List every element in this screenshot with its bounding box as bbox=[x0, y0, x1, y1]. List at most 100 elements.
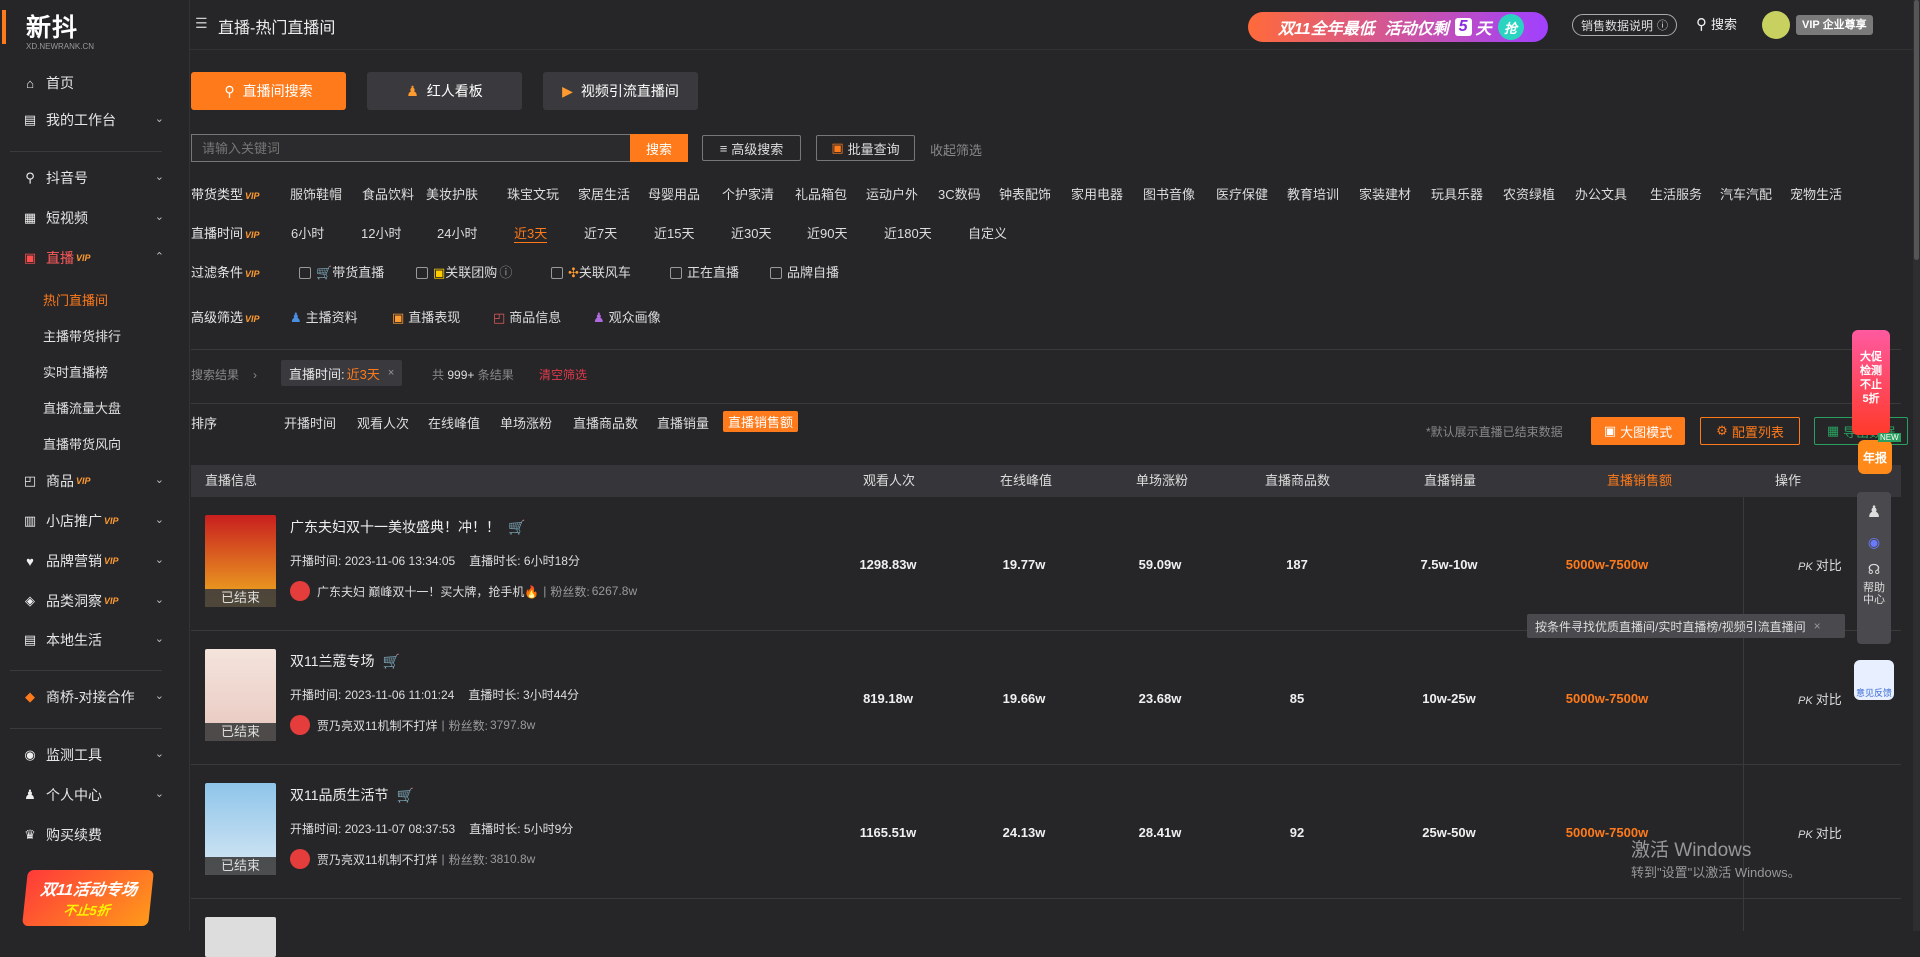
goods-type-option[interactable]: 家用电器 bbox=[1071, 184, 1123, 203]
compare-button[interactable]: PK 对比 bbox=[1798, 823, 1842, 842]
goods-type-option[interactable]: 医疗保健 bbox=[1216, 184, 1268, 203]
nav-personal[interactable]: ♟ 个人中心 ⌄ bbox=[0, 779, 190, 811]
goods-type-option[interactable]: 个护家清 bbox=[722, 184, 774, 203]
cond-brand-self[interactable]: 品牌自播 bbox=[770, 262, 839, 281]
th-sales[interactable]: 直播销量 bbox=[1424, 470, 1476, 489]
time-option[interactable]: 近15天 bbox=[654, 223, 694, 242]
sort-option[interactable]: 开播时间 bbox=[284, 413, 336, 432]
live-title[interactable]: 双11品质生活节 🛒 bbox=[290, 785, 414, 805]
time-option[interactable]: 6小时 bbox=[291, 223, 324, 242]
avatar[interactable] bbox=[290, 849, 310, 869]
sub-hot-live[interactable]: 热门直播间 bbox=[43, 290, 108, 309]
sort-option[interactable]: 直播销售额 bbox=[723, 411, 799, 432]
user-service-icon[interactable]: ♟ bbox=[1857, 502, 1891, 522]
float-annual-report[interactable]: 年报 bbox=[1858, 440, 1892, 474]
th-gain[interactable]: 单场涨粉 bbox=[1136, 470, 1188, 489]
nav-douyin[interactable]: ⚲ 抖音号 ⌄ bbox=[0, 162, 190, 194]
anchor-info[interactable]: 广东夫妇 巅峰双十一！买大牌，抢手机🔥 | 粉丝数: 6267.8w bbox=[290, 581, 637, 601]
sort-option[interactable]: 直播销量 bbox=[657, 413, 709, 432]
th-amount[interactable]: 直播销售额 bbox=[1607, 470, 1672, 489]
time-option[interactable]: 近3天 bbox=[514, 223, 548, 243]
sub-trend[interactable]: 直播带货风向 bbox=[43, 434, 121, 453]
sort-option[interactable]: 单场涨粉 bbox=[500, 413, 552, 432]
adv-audience[interactable]: ♟ 观众画像 bbox=[593, 307, 661, 326]
cond-onair[interactable]: 正在直播 bbox=[670, 262, 739, 281]
search-link[interactable]: ⚲ 搜索 bbox=[1696, 14, 1737, 33]
brand-logo[interactable]: 新抖 XD.NEWRANK.CN bbox=[2, 8, 166, 51]
goods-type-option[interactable]: 钟表配饰 bbox=[999, 184, 1051, 203]
compare-button[interactable]: PK 对比 bbox=[1798, 689, 1842, 708]
goods-type-option[interactable]: 生活服务 bbox=[1650, 184, 1702, 203]
goods-type-option[interactable]: 母婴用品 bbox=[648, 184, 700, 203]
checkbox[interactable] bbox=[770, 267, 782, 279]
nav-local[interactable]: ▤ 本地生活 ⌄ bbox=[0, 624, 190, 656]
live-title[interactable]: 双11兰蔻专场 🛒 bbox=[290, 651, 400, 671]
goods-type-option[interactable]: 美妆护肤 bbox=[426, 184, 478, 203]
checkbox[interactable] bbox=[551, 267, 563, 279]
nav-video[interactable]: ▦ 短视频 ⌄ bbox=[0, 202, 190, 234]
goods-type-option[interactable]: 3C数码 bbox=[938, 184, 981, 203]
cond-windmill[interactable]: ✣关联风车 bbox=[551, 262, 631, 281]
time-option[interactable]: 近30天 bbox=[731, 223, 771, 242]
vip-badge[interactable]: VIP 企业尊享 bbox=[1796, 15, 1873, 35]
avatar[interactable] bbox=[290, 581, 310, 601]
menu-fold-icon[interactable]: ☰ bbox=[195, 15, 208, 32]
live-thumbnail[interactable] bbox=[205, 917, 276, 957]
live-thumbnail[interactable]: 已结束 bbox=[205, 783, 276, 875]
table-row[interactable]: 已结束 双11兰蔻专场 🛒 开播时间: 2023-11-06 11:01:24 直播时长… bbox=[191, 631, 1901, 765]
th-peak[interactable]: 在线峰值 bbox=[1000, 470, 1052, 489]
goods-type-option[interactable]: 宠物生活 bbox=[1790, 184, 1842, 203]
time-option[interactable]: 自定义 bbox=[968, 223, 1007, 242]
anchor-info[interactable]: 贾乃亮双11机制不打烊 | 粉丝数: 3797.8w bbox=[290, 715, 535, 735]
active-filter-tag[interactable]: 直播时间: 近3天 × bbox=[281, 360, 403, 386]
close-icon[interactable]: × bbox=[1814, 619, 1821, 633]
float-promo[interactable]: 大促 检测 不止 5折 bbox=[1852, 330, 1890, 435]
adv-anchor-info[interactable]: ♟ 主播资料 bbox=[290, 307, 358, 326]
tab-video-drain[interactable]: ▶ 视频引流直播间 bbox=[543, 72, 698, 110]
avatar[interactable] bbox=[290, 715, 310, 735]
anchor-info[interactable]: 贾乃亮双11机制不打烊 | 粉丝数: 3810.8w bbox=[290, 849, 535, 869]
table-row[interactable] bbox=[191, 899, 1901, 957]
share-icon[interactable]: ◉ bbox=[1857, 534, 1891, 551]
sub-realtime-rank[interactable]: 实时直播榜 bbox=[43, 362, 108, 381]
nav-coop[interactable]: ◆ 商桥-对接合作 ⌄ bbox=[0, 681, 190, 713]
goods-type-option[interactable]: 农资绿植 bbox=[1503, 184, 1555, 203]
scrollbar-thumb[interactable] bbox=[1914, 0, 1919, 260]
live-title[interactable]: 广东夫妇双十一美妆盛典！冲！！ 🛒 bbox=[290, 517, 525, 537]
keyword-input[interactable] bbox=[191, 134, 631, 162]
scrollbar-track[interactable] bbox=[1913, 0, 1920, 931]
goods-type-option[interactable]: 家居生活 bbox=[578, 184, 630, 203]
goods-type-option[interactable]: 运动户外 bbox=[866, 184, 918, 203]
goods-type-option[interactable]: 食品饮料 bbox=[362, 184, 414, 203]
time-option[interactable]: 近7天 bbox=[584, 223, 617, 242]
compare-button[interactable]: PK 对比 bbox=[1798, 555, 1842, 574]
nav-buy[interactable]: ♛ 购买续费 bbox=[0, 819, 190, 851]
live-thumbnail[interactable]: 已结束 bbox=[205, 649, 276, 741]
config-list-button[interactable]: ⚙ 配置列表 bbox=[1700, 417, 1800, 445]
nav-home[interactable]: ⌂ 首页 bbox=[0, 67, 190, 99]
time-option[interactable]: 12小时 bbox=[361, 223, 401, 242]
th-goods-count[interactable]: 直播商品数 bbox=[1265, 470, 1330, 489]
nav-category[interactable]: ◈ 品类洞察 VIP ⌄ bbox=[0, 585, 190, 617]
avatar[interactable] bbox=[1762, 11, 1790, 39]
sort-option[interactable]: 观看人次 bbox=[357, 413, 409, 432]
table-row[interactable]: 已结束 广东夫妇双十一美妆盛典！冲！！ 🛒 开播时间: 2023-11-06 13:3… bbox=[191, 497, 1901, 631]
checkbox[interactable] bbox=[299, 267, 311, 279]
nav-goods[interactable]: ◰ 商品 VIP ⌄ bbox=[0, 465, 190, 497]
nav-brand[interactable]: ♥ 品牌营销 VIP ⌄ bbox=[0, 545, 190, 577]
collapse-filter-link[interactable]: 收起筛选 bbox=[930, 140, 982, 159]
goods-type-option[interactable]: 服饰鞋帽 bbox=[290, 184, 342, 203]
sort-option[interactable]: 在线峰值 bbox=[428, 413, 480, 432]
close-icon[interactable]: × bbox=[388, 367, 394, 379]
checkbox[interactable] bbox=[416, 267, 428, 279]
promo-banner[interactable]: 双11活动专场 不止5折 bbox=[22, 870, 154, 926]
time-option[interactable]: 近90天 bbox=[807, 223, 847, 242]
goods-type-option[interactable]: 办公文具 bbox=[1575, 184, 1627, 203]
sub-anchor-rank[interactable]: 主播带货排行 bbox=[43, 326, 121, 345]
headset-icon[interactable]: ☊ bbox=[1857, 561, 1891, 578]
goods-type-option[interactable]: 玩具乐器 bbox=[1431, 184, 1483, 203]
tab-live-search[interactable]: ⚲ 直播间搜索 bbox=[191, 72, 346, 110]
live-thumbnail[interactable]: 已结束 bbox=[205, 515, 276, 607]
time-option[interactable]: 24小时 bbox=[437, 223, 477, 242]
checkbox[interactable] bbox=[670, 267, 682, 279]
